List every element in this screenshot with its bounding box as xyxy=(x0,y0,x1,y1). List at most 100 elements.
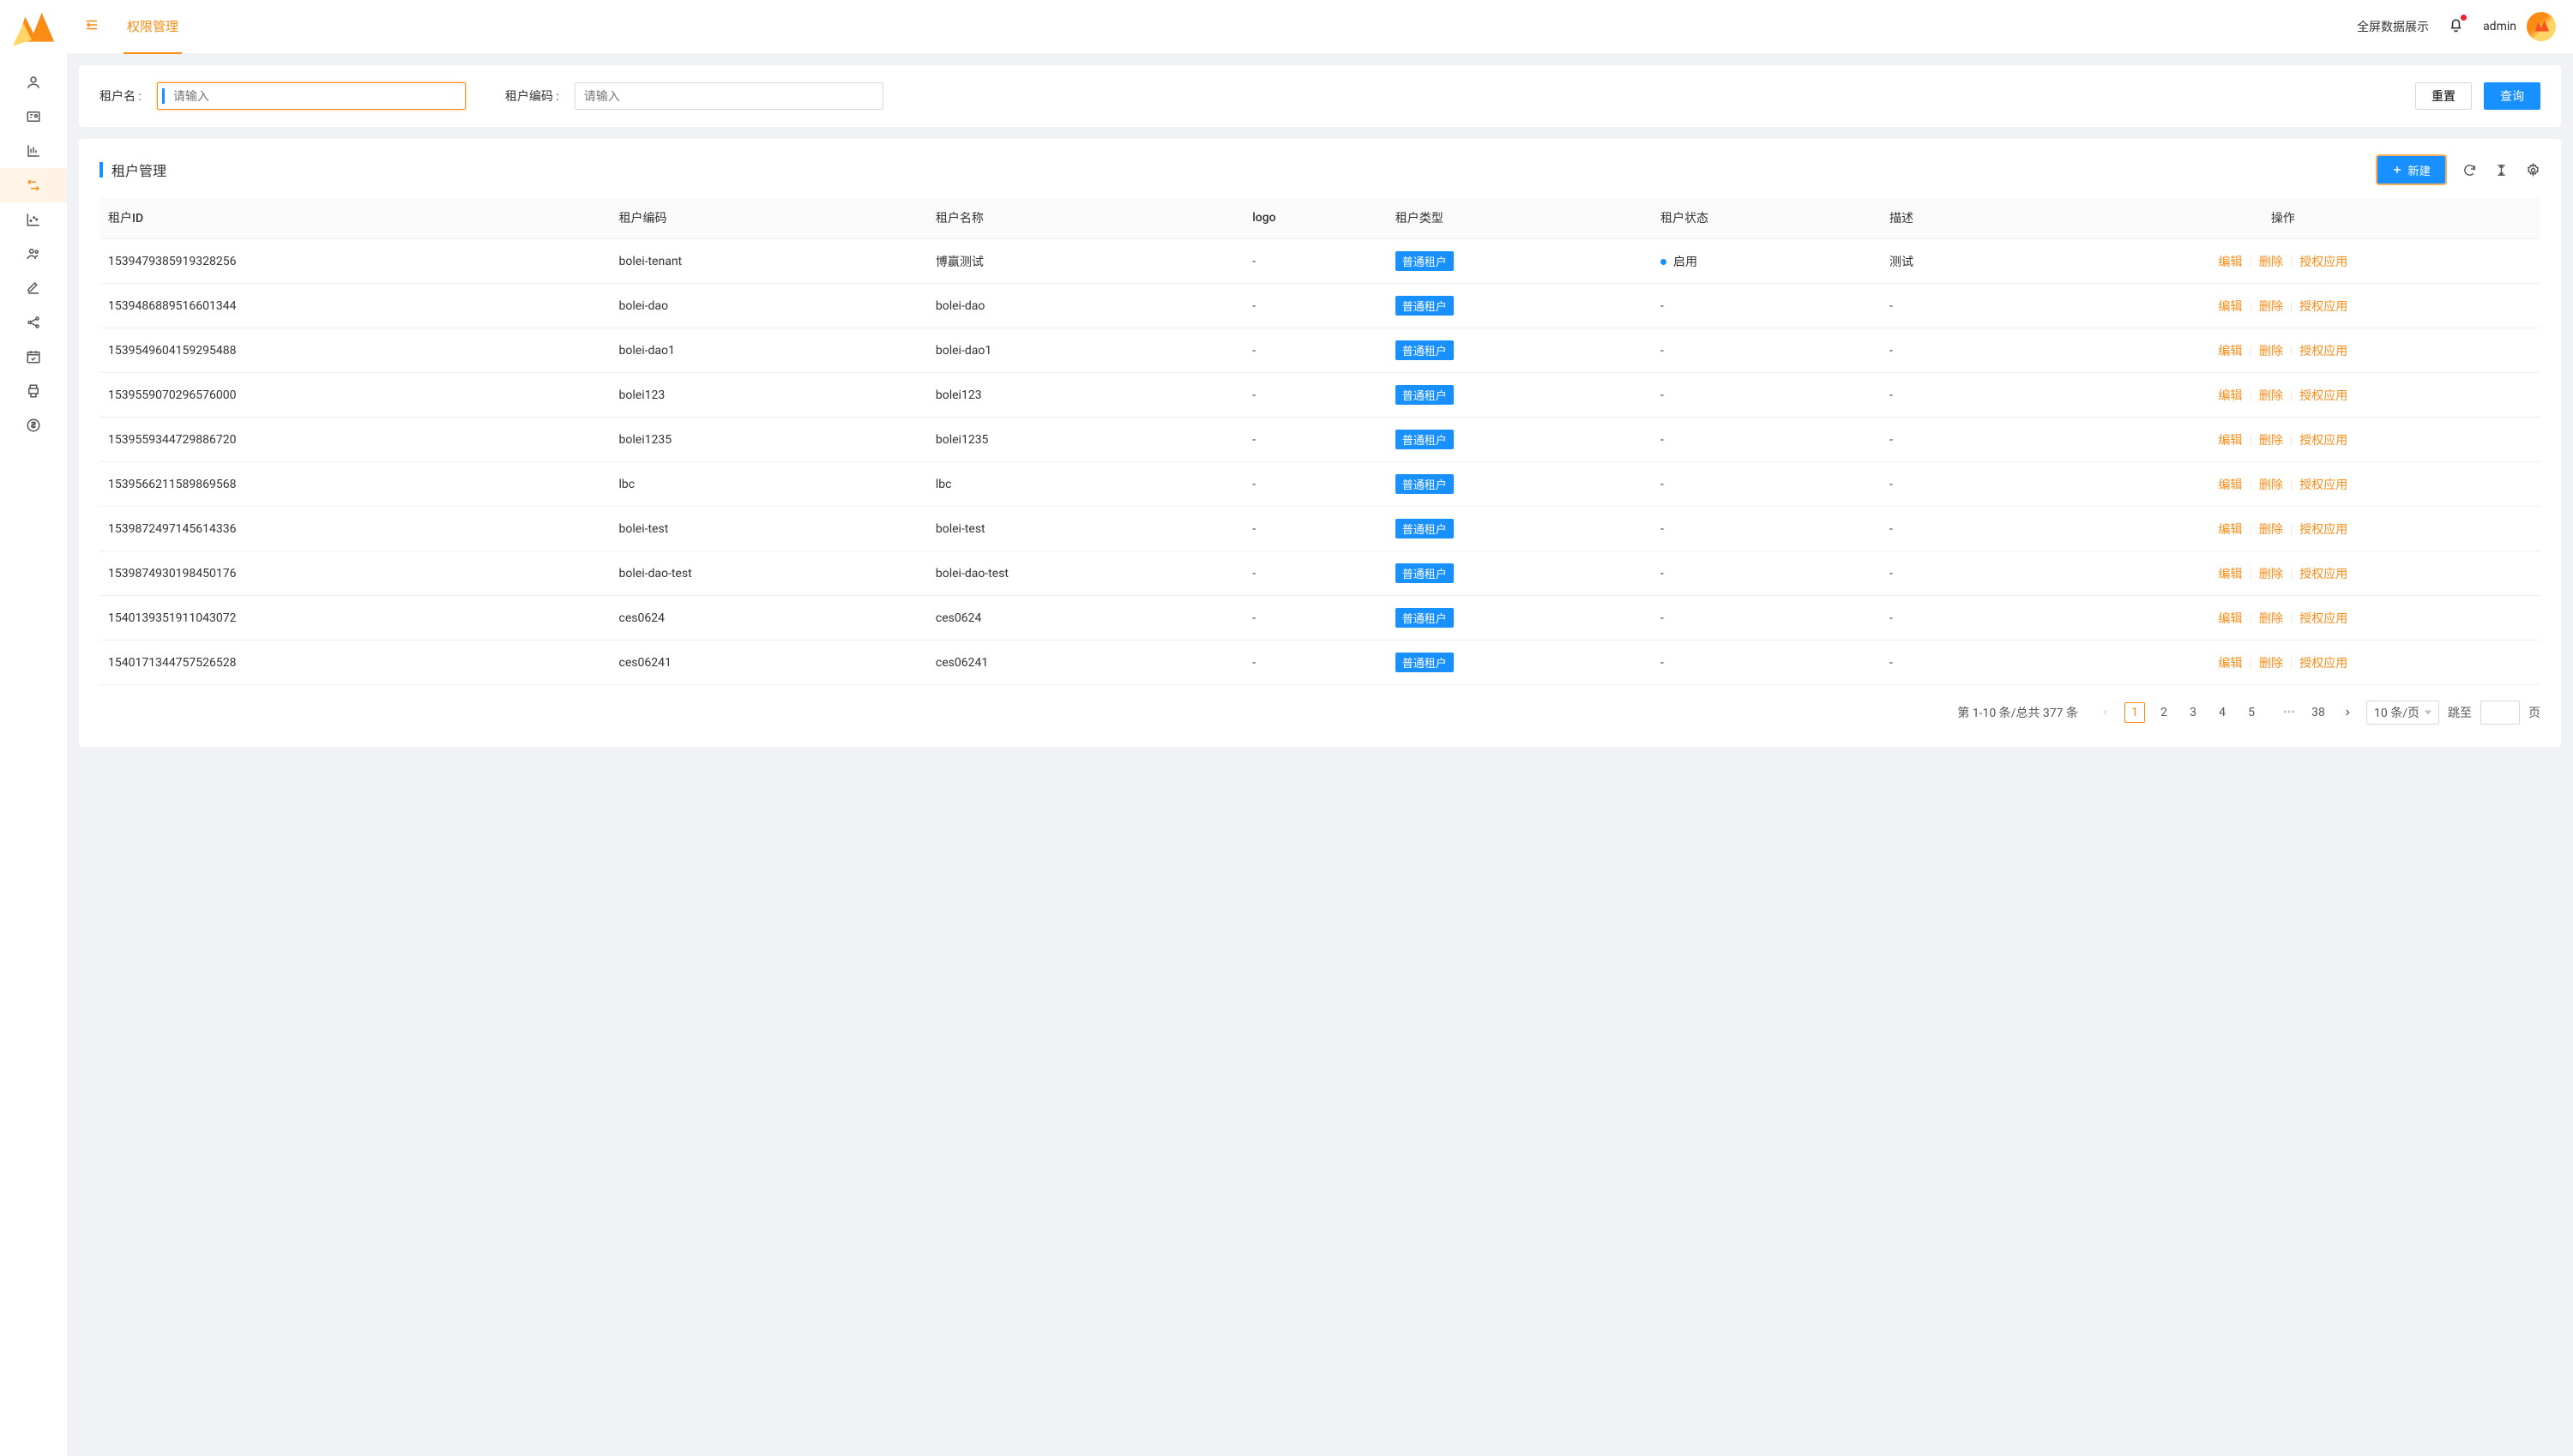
cell-ops: 编辑|删除|授权应用 xyxy=(2026,551,2540,596)
cell-ops: 编辑|删除|授权应用 xyxy=(2026,239,2540,284)
delete-link[interactable]: 删除 xyxy=(2259,478,2283,492)
pagination-page-4[interactable]: 4 xyxy=(2212,702,2233,723)
search-panel: 租户名 : 租户编码 : 重置 查询 xyxy=(79,65,2561,127)
refresh-icon[interactable] xyxy=(2462,163,2477,177)
delete-link[interactable]: 删除 xyxy=(2259,434,2283,448)
nav-chart-icon[interactable] xyxy=(0,134,67,168)
pagination-ellipsis[interactable]: ••• xyxy=(2279,702,2299,723)
pagination: 第 1-10 条/总共 377 条 12345 ••• 38 10 条/页 跳至… xyxy=(99,685,2540,730)
cell-id: 1539549604159295488 xyxy=(99,328,611,373)
pagination-last[interactable]: 38 xyxy=(2308,702,2329,723)
nav-scatter-icon[interactable] xyxy=(0,202,67,237)
cell-type: 普通租户 xyxy=(1387,462,1652,507)
edit-link[interactable]: 编辑 xyxy=(2218,300,2242,314)
nav-workflow-icon[interactable] xyxy=(0,168,67,202)
cell-name: bolei-dao-test xyxy=(927,551,1244,596)
table-row: 1539559344729886720bolei1235bolei1235-普通… xyxy=(99,418,2540,462)
pagination-page-5[interactable]: 5 xyxy=(2241,702,2262,723)
authorize-link[interactable]: 授权应用 xyxy=(2299,434,2347,448)
authorize-link[interactable]: 授权应用 xyxy=(2299,256,2347,269)
delete-link[interactable]: 删除 xyxy=(2259,389,2283,403)
nav-edit-icon[interactable] xyxy=(0,271,67,305)
cell-type: 普通租户 xyxy=(1387,418,1652,462)
cell-status: - xyxy=(1652,641,1881,685)
cell-status: - xyxy=(1652,462,1881,507)
cell-name: ces06241 xyxy=(927,641,1244,685)
delete-link[interactable]: 删除 xyxy=(2259,300,2283,314)
cell-ops: 编辑|删除|授权应用 xyxy=(2026,418,2540,462)
pagination-info: 第 1-10 条/总共 377 条 xyxy=(1957,704,2078,721)
cell-desc: - xyxy=(1881,328,2026,373)
cell-ops: 编辑|删除|授权应用 xyxy=(2026,462,2540,507)
pagination-page-3[interactable]: 3 xyxy=(2183,702,2203,723)
query-button[interactable]: 查询 xyxy=(2484,82,2540,110)
pagination-next[interactable] xyxy=(2337,702,2358,723)
pagination-prev[interactable] xyxy=(2095,702,2116,723)
pagination-page-2[interactable]: 2 xyxy=(2154,702,2174,723)
nav-card-icon[interactable] xyxy=(0,99,67,134)
avatar[interactable] xyxy=(2527,12,2556,41)
cell-type: 普通租户 xyxy=(1387,239,1652,284)
tab-permission-management[interactable]: 权限管理 xyxy=(124,0,182,54)
authorize-link[interactable]: 授权应用 xyxy=(2299,612,2347,626)
username-label[interactable]: admin xyxy=(2483,20,2516,33)
table-row: 1539479385919328256bolei-tenant博赢测试-普通租户… xyxy=(99,239,2540,284)
edit-link[interactable]: 编辑 xyxy=(2218,478,2242,492)
notification-bell-icon[interactable] xyxy=(2448,17,2464,37)
pagination-page-1[interactable]: 1 xyxy=(2124,702,2145,723)
edit-link[interactable]: 编辑 xyxy=(2218,434,2242,448)
cell-status: 启用 xyxy=(1652,239,1881,284)
nav-user-icon[interactable] xyxy=(0,65,67,99)
col-ops: 操作 xyxy=(2026,197,2540,239)
fullscreen-data-link[interactable]: 全屏数据展示 xyxy=(2357,18,2429,35)
nav-share-icon[interactable] xyxy=(0,305,67,340)
delete-link[interactable]: 删除 xyxy=(2259,568,2283,581)
edit-link[interactable]: 编辑 xyxy=(2218,389,2242,403)
new-button[interactable]: 新建 xyxy=(2377,156,2445,184)
edit-link[interactable]: 编辑 xyxy=(2218,345,2242,358)
cell-code: ces06241 xyxy=(611,641,927,685)
tenant-name-input[interactable] xyxy=(157,82,466,110)
cell-type: 普通租户 xyxy=(1387,507,1652,551)
reset-button[interactable]: 重置 xyxy=(2415,82,2472,110)
authorize-link[interactable]: 授权应用 xyxy=(2299,389,2347,403)
delete-link[interactable]: 删除 xyxy=(2259,523,2283,537)
nav-calendar-icon[interactable] xyxy=(0,340,67,374)
delete-link[interactable]: 删除 xyxy=(2259,657,2283,671)
nav-money-icon[interactable] xyxy=(0,408,67,442)
cell-desc: - xyxy=(1881,373,2026,418)
delete-link[interactable]: 删除 xyxy=(2259,345,2283,358)
cell-logo: - xyxy=(1244,596,1387,641)
cell-id: 1539559344729886720 xyxy=(99,418,611,462)
cell-desc: 测试 xyxy=(1881,239,2026,284)
authorize-link[interactable]: 授权应用 xyxy=(2299,300,2347,314)
settings-icon[interactable] xyxy=(2526,163,2540,177)
delete-link[interactable]: 删除 xyxy=(2259,612,2283,626)
delete-link[interactable]: 删除 xyxy=(2259,256,2283,269)
edit-link[interactable]: 编辑 xyxy=(2218,612,2242,626)
edit-link[interactable]: 编辑 xyxy=(2218,657,2242,671)
collapse-menu-icon[interactable] xyxy=(84,17,99,36)
cell-name: lbc xyxy=(927,462,1244,507)
table-row: 1540139351911043072ces0624ces0624-普通租户--… xyxy=(99,596,2540,641)
pagination-jump-input[interactable] xyxy=(2480,701,2520,725)
tenant-code-input[interactable] xyxy=(575,82,883,110)
nav-print-icon[interactable] xyxy=(0,374,67,408)
authorize-link[interactable]: 授权应用 xyxy=(2299,345,2347,358)
cell-type: 普通租户 xyxy=(1387,284,1652,328)
column-height-icon[interactable] xyxy=(2494,163,2509,177)
authorize-link[interactable]: 授权应用 xyxy=(2299,523,2347,537)
edit-link[interactable]: 编辑 xyxy=(2218,523,2242,537)
edit-link[interactable]: 编辑 xyxy=(2218,256,2242,269)
edit-link[interactable]: 编辑 xyxy=(2218,568,2242,581)
cell-status: - xyxy=(1652,328,1881,373)
nav-users-icon[interactable] xyxy=(0,237,67,271)
cell-desc: - xyxy=(1881,284,2026,328)
authorize-link[interactable]: 授权应用 xyxy=(2299,478,2347,492)
cell-desc: - xyxy=(1881,641,2026,685)
authorize-link[interactable]: 授权应用 xyxy=(2299,568,2347,581)
cell-type: 普通租户 xyxy=(1387,641,1652,685)
authorize-link[interactable]: 授权应用 xyxy=(2299,657,2347,671)
table-row: 1539874930198450176bolei-dao-testbolei-d… xyxy=(99,551,2540,596)
pagination-page-size-select[interactable]: 10 条/页 xyxy=(2366,701,2439,725)
